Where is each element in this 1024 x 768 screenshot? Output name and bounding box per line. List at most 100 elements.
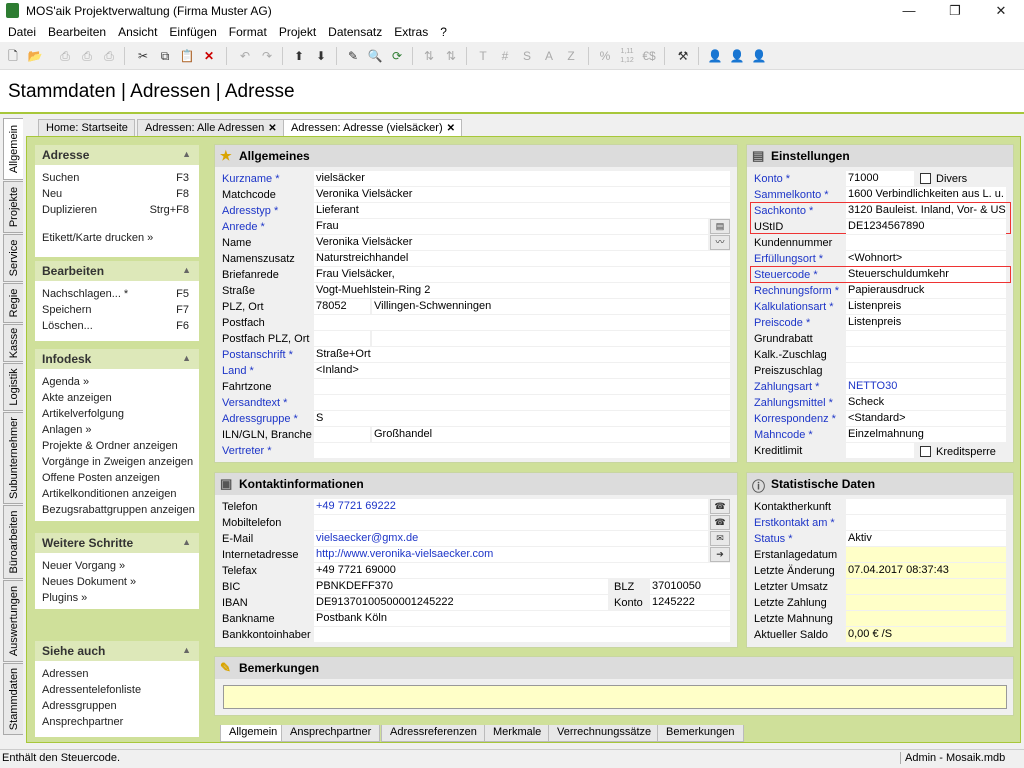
field-sachkonto[interactable]: 3120 Bauleist. Inland, Vor- & USt — [846, 203, 1006, 218]
menu-einfuegen[interactable]: Einfügen — [163, 22, 222, 42]
nav-item-nachschlagen[interactable]: Nachschlagen... * F5 — [35, 287, 199, 303]
bottom-tab-allgemein[interactable]: Allgemein — [220, 725, 287, 742]
nav-item-agenda[interactable]: Agenda » — [35, 375, 199, 391]
nav-item-neu[interactable]: Neu F8 — [35, 187, 199, 203]
vtab-subunternehmer[interactable]: Subunternehmer — [3, 412, 23, 504]
sort-ascending-icon[interactable]: ⇅ — [420, 47, 438, 65]
menu-datei[interactable]: Datei — [2, 22, 42, 42]
field-label-anrede[interactable]: Anrede * — [222, 220, 265, 235]
user-yellow-icon[interactable]: 👤 — [728, 47, 746, 65]
field-saldo[interactable]: 0,00 € /S — [846, 627, 1006, 642]
a-format-icon[interactable]: A — [540, 47, 558, 65]
field-kreditlimit[interactable] — [846, 443, 914, 458]
nav-item-artikelkonditionen[interactable]: Artikelkonditionen anzeigen — [35, 487, 199, 503]
field-label-adressgruppe[interactable]: Adressgruppe * — [222, 412, 298, 427]
vtab-projekte[interactable]: Projekte — [3, 181, 23, 233]
field-telefax[interactable]: +49 7721 69000 — [314, 563, 730, 578]
menu-bearbeiten[interactable]: Bearbeiten — [42, 22, 112, 42]
field-grundrabatt[interactable] — [846, 331, 1006, 346]
field-internet[interactable]: http://www.veronika-vielsaecker.com — [314, 547, 708, 562]
bottom-tab-verrechnungssaetze[interactable]: Verrechnungssätze — [548, 725, 661, 742]
field-korrespondenz[interactable]: <Standard> — [846, 411, 1006, 426]
nav-item-adressentelefonliste[interactable]: Adressentelefonliste — [35, 683, 199, 699]
field-kundennummer[interactable] — [846, 235, 1006, 250]
field-strasse[interactable]: Vogt-Muehlstein-Ring 2 — [314, 283, 730, 298]
field-iban[interactable]: DE91370100500001245222 — [314, 595, 608, 610]
minimize-icon[interactable]: — — [886, 0, 932, 22]
field-label-land[interactable]: Land * — [222, 364, 254, 379]
field-briefanrede[interactable]: Frau Vielsäcker, — [314, 267, 730, 282]
doc-tab-alle-adressen[interactable]: Adressen: Alle Adressen ✕ — [137, 119, 284, 136]
field-label-konto[interactable]: Konto * — [754, 172, 790, 187]
menu-help[interactable]: ? — [434, 22, 453, 42]
field-steuercode[interactable]: Steuerschuldumkehr — [846, 267, 1006, 282]
field-label-status[interactable]: Status * — [754, 532, 793, 547]
nav-item-vorgaenge[interactable]: Vorgänge in Zweigen anzeigen — [35, 455, 199, 471]
redo-icon[interactable]: ↷ — [258, 47, 276, 65]
field-label-vertreter[interactable]: Vertreter * — [222, 444, 272, 459]
field-matchcode[interactable]: Veronika Vielsäcker — [314, 187, 730, 202]
field-mahncode[interactable]: Einzelmahnung — [846, 427, 1006, 442]
field-kontaktherkunft[interactable] — [846, 499, 1006, 514]
field-blz[interactable]: 37010050 — [650, 579, 730, 594]
field-vertreter[interactable] — [314, 443, 730, 458]
vtab-regie[interactable]: Regie — [3, 283, 23, 323]
field-kalkulationsart[interactable]: Listenpreis — [846, 299, 1006, 314]
field-erstanlage[interactable] — [846, 547, 1006, 562]
edit-pencil-icon[interactable]: ✎ — [344, 47, 362, 65]
name-signature-icon[interactable]: 〰 — [710, 235, 730, 250]
close-icon[interactable]: ✕ — [978, 0, 1024, 22]
nav-item-neuer-vorgang[interactable]: Neuer Vorgang » — [35, 559, 199, 575]
field-label-erstkontakt[interactable]: Erstkontakt am * — [754, 516, 835, 531]
field-name[interactable]: Veronika Vielsäcker — [314, 235, 708, 250]
vtab-logistik[interactable]: Logistik — [3, 363, 23, 411]
field-postfach[interactable] — [314, 315, 730, 330]
field-erfuellungsort[interactable]: <Wohnort> — [846, 251, 1006, 266]
arrow-down-icon[interactable]: ⬇ — [312, 47, 330, 65]
nav-item-ansprechpartner[interactable]: Ansprechpartner — [35, 715, 199, 731]
nav-item-neues-dokument[interactable]: Neues Dokument » — [35, 575, 199, 591]
field-label-sammelkonto[interactable]: Sammelkonto * — [754, 188, 829, 203]
bottom-tab-merkmale[interactable]: Merkmale — [484, 725, 551, 742]
field-iln[interactable] — [314, 427, 370, 442]
field-label-kalkulationsart[interactable]: Kalkulationsart * — [754, 300, 834, 315]
field-label-erfuellungsort[interactable]: Erfüllungsort * — [754, 252, 823, 267]
vtab-bueroarbeiten[interactable]: Büroarbeiten — [3, 505, 23, 579]
vtab-kasse[interactable]: Kasse — [3, 324, 23, 362]
field-telefon[interactable]: +49 7721 69222 — [314, 499, 708, 514]
doc-tab-startseite[interactable]: Home: Startseite — [38, 119, 135, 136]
new-document-icon[interactable]: 🗋 — [4, 47, 22, 65]
mobil-action-icon[interactable]: ☎ — [710, 515, 730, 530]
nav-header[interactable]: Bearbeiten ▲ — [35, 261, 199, 281]
field-zahlungsmittel[interactable]: Scheck — [846, 395, 1006, 410]
close-tab-icon[interactable]: ✕ — [268, 123, 276, 134]
print-icon[interactable]: ⎙ — [78, 47, 96, 65]
field-konto[interactable]: 71000 — [846, 171, 914, 186]
number-format-icon[interactable]: # — [496, 47, 514, 65]
nav-item-speichern[interactable]: Speichern F7 — [35, 303, 199, 319]
field-adressgruppe[interactable]: S — [314, 411, 730, 426]
vtab-stammdaten[interactable]: Stammdaten — [3, 663, 23, 735]
field-label-korrespondenz[interactable]: Korrespondenz * — [754, 412, 836, 427]
field-letzte_aenderung[interactable]: 07.04.2017 08:37:43 — [846, 563, 1006, 578]
refresh-icon[interactable]: ⟳ — [388, 47, 406, 65]
field-postfach-plz[interactable] — [314, 331, 370, 346]
field-versandtext[interactable] — [314, 395, 730, 410]
nav-item-plugins[interactable]: Plugins » — [35, 591, 199, 607]
menu-datensatz[interactable]: Datensatz — [322, 22, 388, 42]
telefon-action-icon[interactable]: ☎ — [710, 499, 730, 514]
kreditsperre-checkbox[interactable] — [920, 446, 931, 457]
nav-header[interactable]: Weitere Schritte ▲ — [35, 533, 199, 553]
field-preiszuschlag[interactable] — [846, 363, 1006, 378]
divers-checkbox[interactable] — [920, 173, 931, 184]
field-konto[interactable]: 1245222 — [650, 595, 730, 610]
field-kurzname[interactable]: vielsäcker — [314, 171, 730, 186]
user-blue-icon[interactable]: 👤 — [706, 47, 724, 65]
field-plz[interactable]: 78052 — [314, 299, 370, 314]
field-label-rechnungsform[interactable]: Rechnungsform * — [754, 284, 839, 299]
internet-action-icon[interactable]: ➔ — [710, 547, 730, 562]
s-format-icon[interactable]: S — [518, 47, 536, 65]
field-inhaber[interactable] — [314, 627, 730, 642]
copy-icon[interactable]: ⧉ — [156, 47, 174, 65]
anrede-lookup-icon[interactable]: ▤ — [710, 219, 730, 234]
